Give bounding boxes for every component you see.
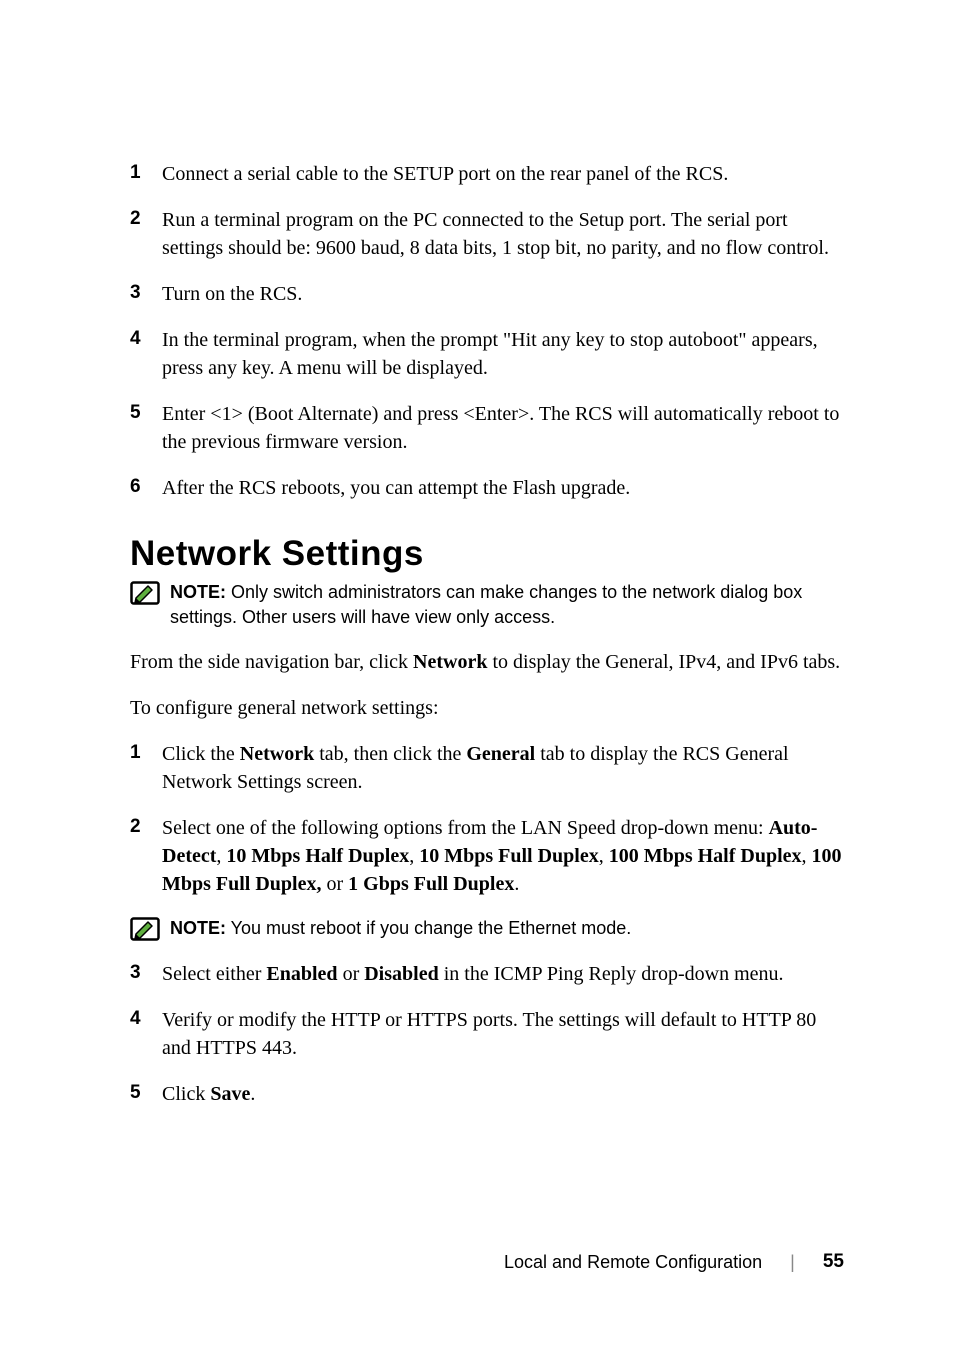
note-text: NOTE: Only switch administrators can mak… bbox=[170, 580, 844, 630]
list-item: 3 Turn on the RCS. bbox=[130, 280, 844, 308]
paragraph-navigation: From the side navigation bar, click Netw… bbox=[130, 648, 844, 676]
list-item: 2 Select one of the following options fr… bbox=[130, 814, 844, 898]
note-text: NOTE: You must reboot if you change the … bbox=[170, 916, 844, 941]
footer-chapter-title: Local and Remote Configuration bbox=[504, 1252, 762, 1273]
list-item: 4 Verify or modify the HTTP or HTTPS por… bbox=[130, 1006, 844, 1062]
note-icon bbox=[130, 917, 160, 941]
step-number: 5 bbox=[130, 400, 162, 456]
step-text: Click Save. bbox=[162, 1080, 844, 1108]
step-text: Enter <1> (Boot Alternate) and press <En… bbox=[162, 400, 844, 456]
list-item: 4 In the terminal program, when the prom… bbox=[130, 326, 844, 382]
page-footer: Local and Remote Configuration | 55 bbox=[504, 1251, 844, 1273]
step-text: Select either Enabled or Disabled in the… bbox=[162, 960, 844, 988]
step-text: Click the Network tab, then click the Ge… bbox=[162, 740, 844, 796]
step-number: 2 bbox=[130, 206, 162, 262]
step-text: In the terminal program, when the prompt… bbox=[162, 326, 844, 382]
step-text: Connect a serial cable to the SETUP port… bbox=[162, 160, 844, 188]
section-heading: Network Settings bbox=[130, 534, 844, 574]
paragraph-config-intro: To configure general network settings: bbox=[130, 694, 844, 722]
list-item: 5 Click Save. bbox=[130, 1080, 844, 1108]
note-icon bbox=[130, 581, 160, 605]
list-item: 2 Run a terminal program on the PC conne… bbox=[130, 206, 844, 262]
list-item: 1 Connect a serial cable to the SETUP po… bbox=[130, 160, 844, 188]
list-item: 3 Select either Enabled or Disabled in t… bbox=[130, 960, 844, 988]
note-label: NOTE: bbox=[170, 918, 226, 938]
note-admin-only: NOTE: Only switch administrators can mak… bbox=[130, 580, 844, 630]
firmware-recovery-steps: 1 Connect a serial cable to the SETUP po… bbox=[130, 160, 844, 502]
step-text: After the RCS reboots, you can attempt t… bbox=[162, 474, 844, 502]
footer-separator: | bbox=[790, 1252, 795, 1273]
list-item: 6 After the RCS reboots, you can attempt… bbox=[130, 474, 844, 502]
note-body: Only switch administrators can make chan… bbox=[170, 582, 802, 627]
step-number: 3 bbox=[130, 960, 162, 988]
step-text: Turn on the RCS. bbox=[162, 280, 844, 308]
network-config-steps-cont: 3 Select either Enabled or Disabled in t… bbox=[130, 960, 844, 1108]
list-item: 5 Enter <1> (Boot Alternate) and press <… bbox=[130, 400, 844, 456]
step-text: Run a terminal program on the PC connect… bbox=[162, 206, 844, 262]
step-number: 4 bbox=[130, 1006, 162, 1062]
note-label: NOTE: bbox=[170, 582, 226, 602]
step-number: 3 bbox=[130, 280, 162, 308]
step-number: 6 bbox=[130, 474, 162, 502]
note-body: You must reboot if you change the Ethern… bbox=[226, 918, 631, 938]
list-item: 1 Click the Network tab, then click the … bbox=[130, 740, 844, 796]
step-number: 2 bbox=[130, 814, 162, 898]
step-number: 1 bbox=[130, 160, 162, 188]
note-reboot: NOTE: You must reboot if you change the … bbox=[130, 916, 844, 941]
step-text: Select one of the following options from… bbox=[162, 814, 844, 898]
network-config-steps: 1 Click the Network tab, then click the … bbox=[130, 740, 844, 898]
step-number: 1 bbox=[130, 740, 162, 796]
step-text: Verify or modify the HTTP or HTTPS ports… bbox=[162, 1006, 844, 1062]
step-number: 4 bbox=[130, 326, 162, 382]
step-number: 5 bbox=[130, 1080, 162, 1108]
page-number: 55 bbox=[823, 1251, 844, 1273]
